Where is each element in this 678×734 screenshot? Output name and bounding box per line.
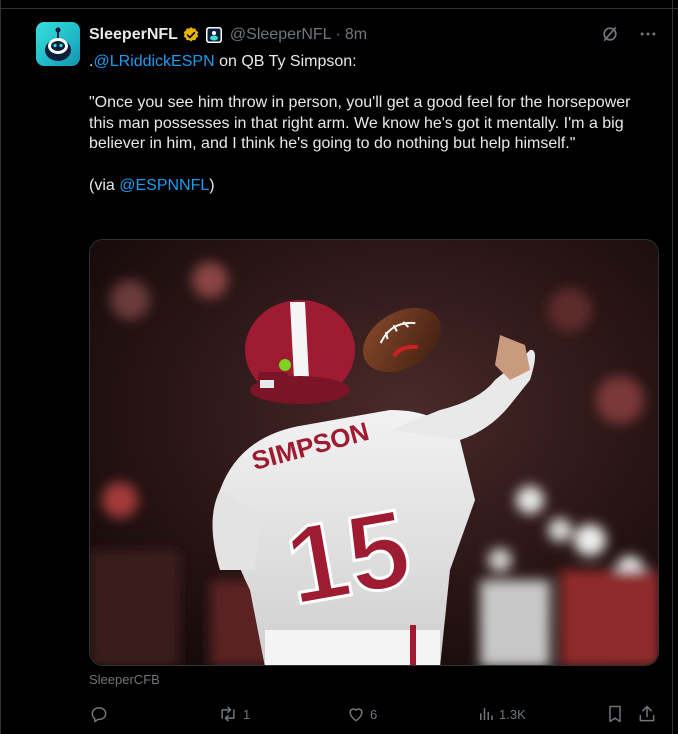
more-icon[interactable]	[638, 24, 658, 44]
timeline-left-border	[0, 0, 1, 734]
reply-icon	[91, 707, 107, 723]
display-name[interactable]: SleeperNFL	[89, 26, 178, 44]
tweet-divider	[0, 8, 678, 9]
via-prefix: (via	[89, 176, 120, 194]
retweet-count: 1	[243, 706, 251, 722]
quarterback-throwing-photo: 15 SIMPSON	[90, 240, 658, 665]
reply-button[interactable]	[89, 703, 113, 725]
avatar[interactable]	[36, 22, 80, 66]
retweet-button[interactable]: 1	[217, 703, 250, 725]
tweet-via-line: (via @ESPNNFL)	[89, 176, 649, 197]
timeline-right-border	[672, 0, 673, 734]
view-count: 1.3K	[499, 706, 526, 722]
grok-icon[interactable]	[600, 24, 620, 44]
views-button[interactable]: 1.3K	[477, 703, 526, 725]
separator-dot: ·	[335, 26, 341, 43]
affiliate-badge-icon[interactable]	[205, 27, 222, 43]
bookmark-button[interactable]	[605, 703, 625, 725]
tweet-text: .@LRiddickESPN on QB Ty Simpson: "Once y…	[89, 52, 649, 196]
like-button[interactable]: 6	[346, 703, 377, 725]
tweet-line-text: on QB Ty Simpson:	[214, 53, 357, 70]
mention-link[interactable]: @ESPNNFL	[119, 177, 209, 194]
mention-link[interactable]: @LRiddickESPN	[93, 53, 214, 70]
tweet-first-line: .@LRiddickESPN on QB Ty Simpson:	[89, 52, 649, 73]
handle[interactable]: @SleeperNFL	[230, 26, 332, 44]
header-actions	[600, 24, 658, 44]
timestamp[interactable]: 8m	[345, 26, 367, 44]
verified-gold-badge-icon[interactable]	[182, 26, 200, 44]
tweet-header: SleeperNFL @SleeperNFL · 8m	[89, 24, 367, 46]
share-icon	[639, 705, 655, 722]
bookmark-icon	[609, 705, 621, 723]
like-icon	[349, 708, 363, 722]
media-source-label[interactable]: SleeperCFB	[89, 672, 160, 687]
retweet-icon	[221, 706, 235, 722]
share-button[interactable]	[637, 703, 657, 725]
like-count: 6	[370, 706, 378, 722]
tweet-photo[interactable]: 15 SIMPSON	[89, 239, 659, 666]
tweet-actions: 1 6 1.3K	[89, 703, 659, 725]
sleeper-logo-icon	[45, 27, 71, 61]
views-icon	[480, 708, 493, 720]
via-suffix: )	[209, 176, 215, 194]
jersey-number: 15	[277, 486, 419, 628]
tweet-quote: "Once you see him throw in person, you'l…	[89, 94, 631, 153]
